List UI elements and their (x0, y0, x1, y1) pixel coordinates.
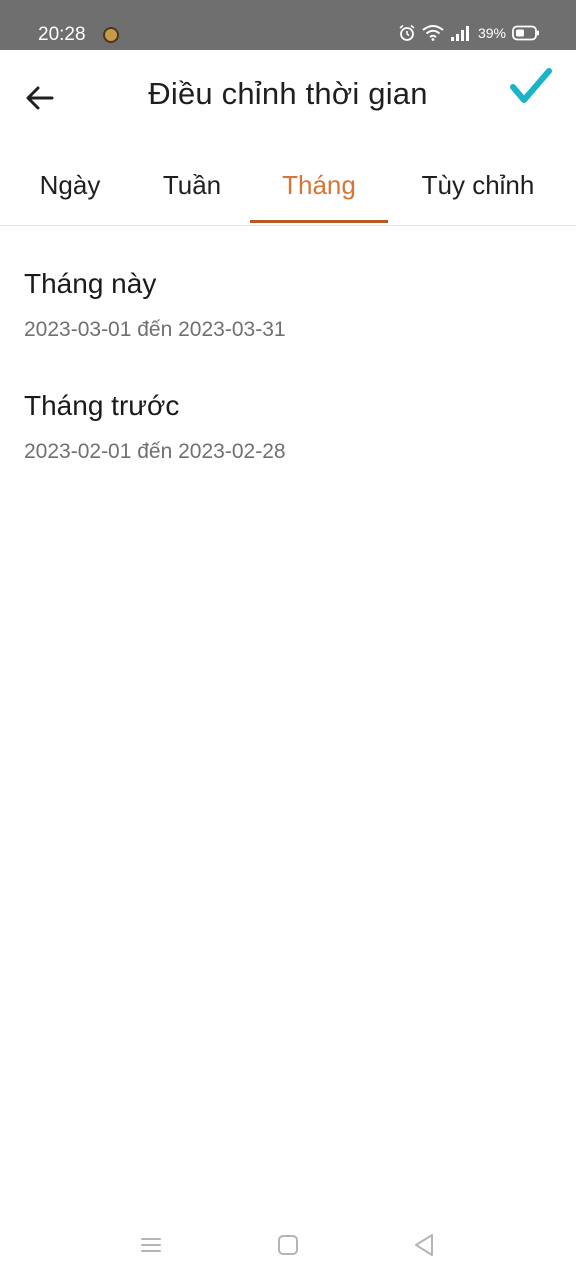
tab-week-label: Tuần (162, 169, 222, 200)
system-nav-bar (0, 1210, 576, 1280)
tab-week[interactable]: Tuần (130, 144, 254, 226)
status-time: 20:28 (38, 24, 86, 45)
range-title: Tháng này (24, 268, 157, 299)
range-dates: 2023-03-01 đến 2023-03-31 (24, 318, 286, 341)
range-title: Tháng trước (24, 390, 180, 421)
status-bar: 20:28 39% (0, 0, 576, 50)
page-title: Điều chỉnh thời gian (148, 76, 428, 111)
tab-day-label: Ngày (39, 169, 101, 200)
period-tabs: Ngày Tuần Tháng Tùy chỉnh (0, 144, 576, 226)
nav-back-button[interactable] (409, 1230, 439, 1260)
menu-icon (141, 1238, 161, 1252)
triangle-back-icon (415, 1234, 433, 1256)
tab-month-label: Tháng (282, 169, 356, 200)
range-option-last-month[interactable]: Tháng trước 2023-02-01 đến 2023-02-28 (24, 390, 544, 464)
app-bar: Điều chỉnh thời gian (0, 50, 576, 144)
app-notification-icon (103, 27, 119, 43)
alarm-icon (399, 24, 415, 41)
tab-custom-label: Tùy chỉnh (421, 169, 535, 200)
check-icon (510, 68, 552, 103)
home-icon (278, 1235, 298, 1255)
active-tab-indicator (250, 220, 388, 223)
tab-month[interactable]: Tháng (250, 144, 388, 226)
signal-icon (450, 26, 469, 41)
confirm-button[interactable] (506, 62, 556, 112)
range-dates: 2023-02-01 đến 2023-02-28 (24, 440, 286, 463)
nav-menu-button[interactable] (136, 1230, 166, 1260)
battery-percent: 39% (477, 25, 506, 41)
wifi-icon (422, 25, 444, 41)
tab-custom[interactable]: Tùy chỉnh (400, 144, 556, 226)
battery-icon (512, 25, 539, 41)
range-option-this-month[interactable]: Tháng này 2023-03-01 đến 2023-03-31 (24, 268, 544, 342)
tab-day[interactable]: Ngày (10, 144, 130, 226)
screen: 20:28 39% Điều chỉnh thời gian Ngày Tuần… (0, 0, 576, 1280)
nav-home-button[interactable] (273, 1230, 303, 1260)
status-indicators: 39% (398, 24, 540, 42)
